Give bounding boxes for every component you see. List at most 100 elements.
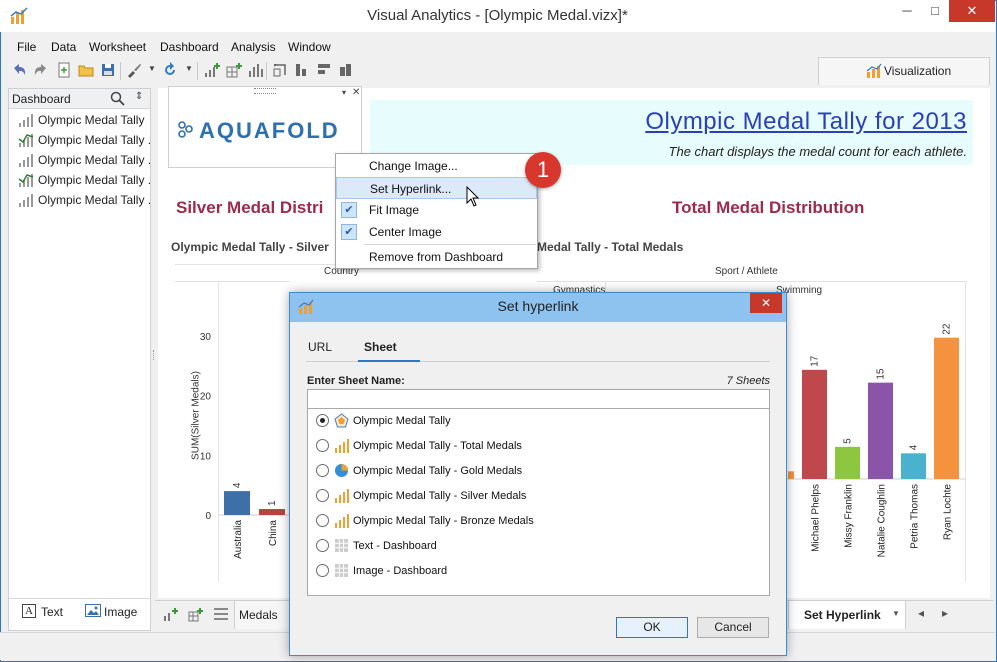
tab-sheet[interactable]: Sheet xyxy=(364,340,397,354)
group-icon[interactable] xyxy=(337,61,355,79)
sheet-option-olympic-medal-tally[interactable]: Olympic Medal Tally xyxy=(316,411,756,431)
brush-icon[interactable] xyxy=(125,61,143,79)
radio-button[interactable] xyxy=(316,564,329,577)
tab-dropdown-icon[interactable]: ▼ xyxy=(892,609,900,618)
menu-analysis[interactable]: Analysis xyxy=(231,38,276,56)
sheet-list-item[interactable]: Olympic Medal Tally ... xyxy=(14,131,150,149)
grid-icon xyxy=(335,539,348,552)
undo-icon[interactable] xyxy=(10,61,28,79)
dialog-close-button[interactable]: ✕ xyxy=(750,293,782,313)
radio-button[interactable] xyxy=(316,539,329,552)
remove-object-icon[interactable]: ✕ xyxy=(352,87,360,98)
fit-image-menu-item[interactable]: ✔ Fit Image xyxy=(336,199,537,221)
change-image-menu-item[interactable]: Change Image... xyxy=(336,155,537,177)
radio-button[interactable] xyxy=(316,439,329,452)
save-icon[interactable] xyxy=(99,61,117,79)
add-sheet-icon[interactable] xyxy=(203,61,221,79)
grid-icon xyxy=(335,564,348,577)
refresh-icon[interactable] xyxy=(161,61,179,79)
tab-url[interactable]: URL xyxy=(308,340,332,354)
radio-button[interactable] xyxy=(316,414,329,427)
drag-handle[interactable] xyxy=(254,88,276,94)
refresh-dropdown-icon[interactable]: ▼ xyxy=(185,64,193,73)
total-chart-subtitle: Medal Tally - Total Medals xyxy=(537,240,684,254)
sort-arrows-icon[interactable]: ⇕ xyxy=(135,91,143,102)
sport-athlete-axis-header: Sport / Athlete xyxy=(715,266,778,277)
center-image-menu-item[interactable]: ✔ Center Image xyxy=(336,221,537,243)
brush-dropdown-icon[interactable]: ▼ xyxy=(148,64,156,73)
scroll-right-icon[interactable]: ▸ xyxy=(942,606,948,620)
sort-descending-icon[interactable] xyxy=(315,61,333,79)
bar xyxy=(224,491,250,515)
sheet-option-label: Olympic Medal Tally - Bronze Medals xyxy=(353,515,534,527)
bar-value-label: 1 xyxy=(267,500,278,506)
object-menu-dropdown-icon[interactable]: ▾ xyxy=(342,88,346,97)
new-file-icon[interactable] xyxy=(55,61,73,79)
ok-button[interactable]: OK xyxy=(616,617,688,638)
scroll-left-icon[interactable]: ◂ xyxy=(918,606,924,620)
menu-dashboard[interactable]: Dashboard xyxy=(160,38,219,56)
sheet-option-silver-medals[interactable]: Olympic Medal Tally - Silver Medals xyxy=(316,486,756,506)
text-object-button[interactable]: Text xyxy=(41,605,63,619)
add-sheet-icon[interactable] xyxy=(163,606,179,622)
sheet-option-bronze-medals[interactable]: Olympic Medal Tally - Bronze Medals xyxy=(316,511,756,531)
medals-tab-label: Medals xyxy=(239,608,278,622)
y-tick-label: 10 xyxy=(200,451,212,462)
minimize-button[interactable]: ─ xyxy=(893,0,921,22)
sheet-option-text-dashboard[interactable]: Text - Dashboard xyxy=(316,536,756,556)
sheet-list-item[interactable]: Olympic Medal Tally ... xyxy=(14,151,150,169)
x-tick-label: Missy Franklin xyxy=(844,484,855,548)
sheet-name-input[interactable] xyxy=(307,389,770,409)
sheet-option-image-dashboard[interactable]: Image - Dashboard xyxy=(316,561,756,581)
open-folder-icon[interactable] xyxy=(77,61,95,79)
bar-value-label: 15 xyxy=(876,368,887,380)
add-dashboard-icon[interactable] xyxy=(225,61,243,79)
chart-options-icon[interactable] xyxy=(247,61,265,79)
remove-from-dashboard-menu-item[interactable]: Remove from Dashboard xyxy=(336,246,537,268)
menu-data[interactable]: Data xyxy=(51,38,76,56)
sheet-list-item[interactable]: Olympic Medal Tally ... xyxy=(14,191,150,209)
bar xyxy=(802,369,827,479)
bar-chart-icon xyxy=(335,489,349,503)
radio-button[interactable] xyxy=(316,489,329,502)
splitter-handle[interactable] xyxy=(153,350,156,360)
bar xyxy=(259,509,285,515)
menu-window[interactable]: Window xyxy=(288,38,331,56)
radio-button[interactable] xyxy=(316,464,329,477)
menu-item-label: Center Image xyxy=(369,225,442,239)
cancel-button[interactable]: Cancel xyxy=(697,617,769,638)
sheet-count: 7 Sheets xyxy=(726,375,770,387)
menu-worksheet[interactable]: Worksheet xyxy=(89,38,146,56)
set-hyperlink-menu-item[interactable]: Set Hyperlink... xyxy=(336,177,537,199)
sheet-list-item[interactable]: Olympic Medal Tally ... xyxy=(14,171,150,189)
bar-value-label: 5 xyxy=(843,438,854,444)
bar-chart-icon xyxy=(19,114,33,127)
close-window-button[interactable]: ✕ xyxy=(949,0,995,22)
sheet-option-total-medals[interactable]: Olympic Medal Tally - Total Medals xyxy=(316,436,756,456)
sort-ascending-icon[interactable] xyxy=(293,61,311,79)
sheet-list-item[interactable]: Olympic Medal Tally xyxy=(14,111,150,129)
radio-button[interactable] xyxy=(316,514,329,527)
line-chart-icon xyxy=(18,134,34,147)
pie-chart-icon xyxy=(335,464,348,477)
menu-file[interactable]: File xyxy=(17,38,36,56)
tab-list-icon[interactable] xyxy=(213,607,229,621)
panel-header-label: Dashboard xyxy=(12,92,71,106)
redo-icon[interactable] xyxy=(32,61,50,79)
bar xyxy=(901,453,926,479)
sheet-option-label: Olympic Medal Tally - Gold Medals xyxy=(353,465,523,477)
toolbar-separator xyxy=(266,62,267,80)
x-tick-label: Michael Phelps xyxy=(811,484,822,552)
sheet-option-label: Olympic Medal Tally - Silver Medals xyxy=(353,490,527,502)
sheet-option-gold-medals[interactable]: Olympic Medal Tally - Gold Medals xyxy=(316,461,756,481)
toolbar-separator xyxy=(197,62,198,80)
swap-icon[interactable] xyxy=(271,61,289,79)
image-object-icon[interactable] xyxy=(85,604,101,617)
text-object-icon[interactable]: A xyxy=(22,604,36,618)
total-section-title: Total Medal Distribution xyxy=(672,198,865,217)
image-object-button[interactable]: Image xyxy=(104,605,137,619)
maximize-button[interactable]: □ xyxy=(921,0,949,22)
add-dashboard-icon[interactable] xyxy=(188,606,204,622)
search-icon[interactable] xyxy=(110,91,125,106)
dashboard-title[interactable]: Olympic Medal Tally for 2013 xyxy=(370,108,967,136)
